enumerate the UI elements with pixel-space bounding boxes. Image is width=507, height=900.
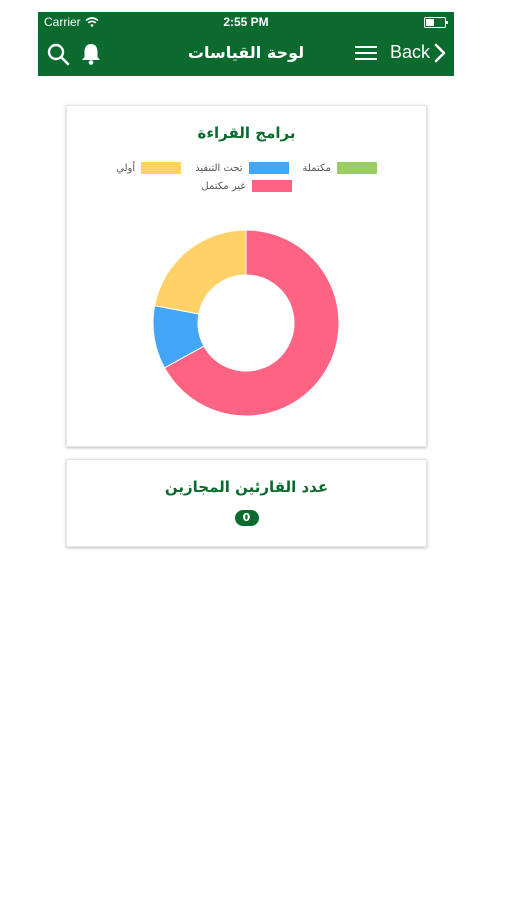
- legend-item-complete[interactable]: مكتملة: [303, 162, 377, 174]
- donut-slice-2[interactable]: [154, 229, 247, 315]
- status-time: 2:55 PM: [223, 15, 269, 29]
- chevron-right-icon: [434, 43, 446, 62]
- legend-swatch: [248, 162, 289, 174]
- licensed-readers-card: عدد القارئين المجازين 0: [66, 459, 427, 547]
- legend-swatch: [251, 180, 292, 192]
- legend-swatch: [336, 162, 377, 174]
- back-label: Back: [389, 42, 430, 62]
- back-button[interactable]: Back: [390, 42, 446, 63]
- status-bar: Carrier 2:55 PM: [38, 12, 454, 32]
- legend-label: غير مكتمل: [201, 180, 246, 192]
- reading-card-title: برامج القراءة: [197, 124, 296, 142]
- legend-swatch: [141, 162, 182, 174]
- legend-item-incomplete[interactable]: غير مكتمل: [201, 180, 292, 192]
- menu-icon[interactable]: [354, 44, 378, 62]
- battery-icon: [424, 17, 448, 28]
- legend-label: مكتملة: [302, 162, 331, 174]
- legend-label: أولي: [116, 162, 136, 174]
- donut-chart-svg[interactable]: [151, 228, 341, 418]
- legend-item-in-progress[interactable]: تحت التنفيذ: [195, 162, 289, 174]
- nav-right-actions: Back: [354, 42, 446, 63]
- reading-programs-card: برامج القراءة مكتملة تحت التنفيذ أولي غي…: [66, 105, 427, 447]
- chart-legend: مكتملة تحت التنفيذ أولي غير مكتمل: [67, 162, 426, 192]
- nav-bar: لوحة القياسات Back: [38, 32, 454, 76]
- readers-card-title: عدد القارئين المجازين: [164, 478, 329, 496]
- legend-item-initial[interactable]: أولي: [116, 162, 182, 174]
- legend-label: تحت التنفيذ: [195, 162, 243, 174]
- readers-count-badge: 0: [234, 510, 259, 526]
- app-header: Carrier 2:55 PM لوحة القياسات Back: [38, 12, 454, 76]
- donut-chart: [151, 228, 341, 422]
